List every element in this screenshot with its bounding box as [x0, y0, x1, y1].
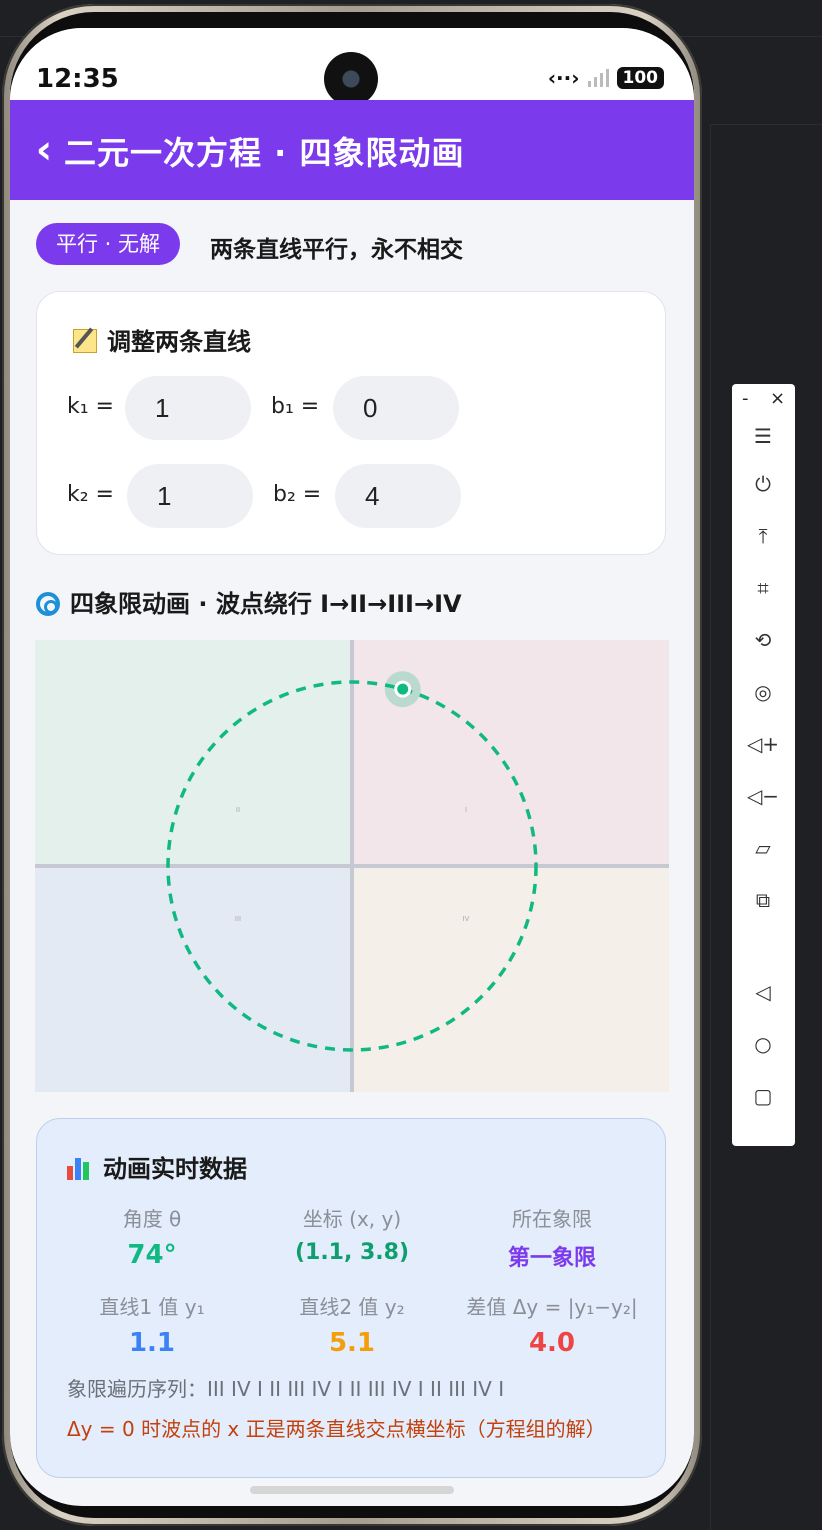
relation-description: 两条直线平行，永不相交: [210, 237, 463, 263]
rotate-icon[interactable]: ⟲: [746, 623, 780, 657]
home-indicator[interactable]: [250, 1486, 454, 1494]
battery-icon: 100: [616, 67, 664, 89]
stat-diff: 差值 Δy = |y₁−y₂| 4.0: [447, 1291, 657, 1358]
stat-quadrant: 所在象限 第一象限: [447, 1203, 657, 1272]
recents-icon[interactable]: ▢: [746, 1079, 780, 1113]
back-icon[interactable]: ◁: [746, 975, 780, 1009]
menu-icon[interactable]: ☰: [746, 419, 780, 453]
stat-coord-label: 坐标 (x, y): [302, 1207, 402, 1231]
record-icon[interactable]: ◎: [746, 675, 780, 709]
quadrant-3-area: [35, 866, 352, 1092]
stat-y2: 直线2 值 y₂ 5.1: [247, 1291, 457, 1358]
stat-diff-label: 差值 Δy = |y₁−y₂|: [466, 1295, 638, 1319]
stat-angle: 角度 θ 74°: [47, 1203, 257, 1270]
quadrant-svg: I II III IV: [35, 640, 669, 1092]
pin-top-icon[interactable]: ⤒: [746, 519, 780, 553]
desktop-divider: [710, 124, 822, 125]
animation-title-text: 四象限动画 · 波点绕行 I→II→III→IV: [70, 590, 462, 618]
wave-dot: [394, 680, 412, 698]
chevron-left-icon[interactable]: ‹: [24, 130, 64, 170]
quadrant-1-label: I: [465, 806, 467, 814]
emulator-toolbar: - × ☰ ⏻ ⤒ ⌗ ⟲ ◎ ◁+ ◁− ▱ ⧉ ◁ ○ ▢: [732, 384, 795, 1146]
quadrant-4-label: IV: [463, 915, 470, 923]
swirl-icon: [36, 592, 60, 616]
crop-icon[interactable]: ⌗: [746, 571, 780, 605]
status-icons: ‹··› 100: [548, 66, 664, 90]
animation-section-title: 四象限动画 · 波点绕行 I→II→III→IV: [36, 584, 462, 619]
stat-angle-value: 74°: [127, 1240, 177, 1270]
stat-coord-value: (1.1, 3.8): [294, 1240, 410, 1265]
home-icon[interactable]: ○: [746, 1027, 780, 1061]
data-card-title: 动画实时数据: [67, 1149, 247, 1184]
page-title: 二元一次方程 · 四象限动画: [64, 134, 465, 172]
stat-quadrant-label: 所在象限: [512, 1207, 592, 1231]
screenshot-icon[interactable]: ⧉: [746, 883, 780, 917]
quadrant-sequence: 象限遍历序列：III IV I II III IV I II III IV I …: [67, 1377, 505, 1401]
relation-badge: 平行 · 无解: [36, 223, 181, 265]
k1-label: k₁ =: [67, 394, 114, 419]
solution-note: Δy = 0 时波点的 x 正是两条直线交点横坐标（方程组的解）: [67, 1417, 606, 1441]
data-card-title-text: 动画实时数据: [103, 1155, 247, 1183]
k1-input[interactable]: [125, 376, 251, 440]
phone-screen: 12:35 ‹··› 100 ‹ 二元一次方程 · 四象限动画 平行 · 无解 …: [10, 28, 694, 1506]
memo-icon: [73, 329, 97, 353]
b1-label: b₁ =: [271, 394, 320, 419]
quadrant-2-label: II: [236, 806, 240, 814]
quadrant-canvas: I II III IV: [35, 640, 669, 1092]
status-time: 12:35: [36, 64, 119, 94]
stat-y2-value: 5.1: [328, 1328, 376, 1358]
power-icon[interactable]: ⏻: [746, 467, 780, 501]
bar-chart-icon: [67, 1156, 93, 1180]
card-title-text: 调整两条直线: [107, 328, 251, 356]
stat-diff-value: 4.0: [528, 1328, 576, 1358]
quadrant-2-area: [35, 640, 352, 866]
close-button[interactable]: ×: [770, 388, 785, 409]
quadrant-3-label: III: [235, 915, 241, 923]
desktop-divider: [710, 124, 711, 1530]
stat-y1-label: 直线1 值 y₁: [99, 1295, 205, 1319]
b1-input[interactable]: [333, 376, 459, 440]
rotate-device-icon[interactable]: ▱: [746, 831, 780, 865]
stat-y2-label: 直线2 值 y₂: [299, 1295, 405, 1319]
data-transfer-icon: ‹··›: [547, 66, 580, 90]
realtime-data-card: 动画实时数据 角度 θ 74° 坐标 (x, y) (1.1, 3.8) 所在象…: [36, 1118, 666, 1478]
stat-coord: 坐标 (x, y) (1.1, 3.8): [247, 1203, 457, 1265]
quadrant-4-area: [352, 866, 669, 1092]
stat-angle-label: 角度 θ: [122, 1207, 182, 1231]
volume-up-icon[interactable]: ◁+: [746, 727, 780, 761]
app-header: ‹ 二元一次方程 · 四象限动画: [10, 100, 694, 200]
card-title: 调整两条直线: [73, 322, 251, 357]
status-bar: 12:35 ‹··› 100: [10, 28, 694, 106]
minimize-button[interactable]: -: [742, 388, 749, 409]
front-camera: [324, 52, 378, 106]
volume-down-icon[interactable]: ◁−: [746, 779, 780, 813]
b2-input[interactable]: [335, 464, 461, 528]
toolbar-header: - ×: [732, 384, 795, 414]
signal-icon: [587, 69, 609, 87]
b2-label: b₂ =: [273, 482, 322, 507]
k2-label: k₂ =: [67, 482, 114, 507]
stat-y1: 直线1 值 y₁ 1.1: [47, 1291, 257, 1358]
stat-y1-value: 1.1: [128, 1328, 176, 1358]
stat-quadrant-value: 第一象限: [507, 1246, 596, 1271]
k2-input[interactable]: [127, 464, 253, 528]
line-params-card: 调整两条直线 k₁ = b₁ = k₂ = b₂ =: [36, 291, 666, 555]
